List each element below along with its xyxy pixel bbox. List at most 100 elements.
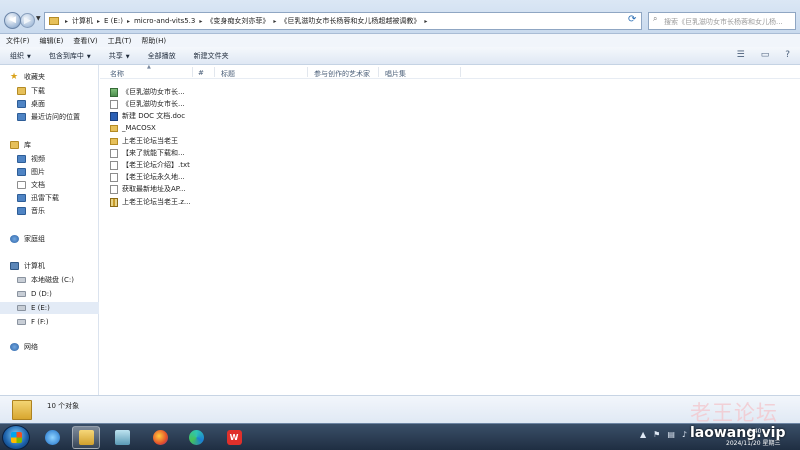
help-icon[interactable]: ? — [785, 50, 790, 60]
change-view-icon[interactable]: ☰ — [737, 50, 745, 60]
column-divider[interactable] — [214, 67, 215, 77]
forward-button[interactable]: ▶ — [20, 13, 35, 28]
pictures-icon — [17, 168, 26, 176]
taskbar-explorer[interactable] — [72, 426, 100, 449]
nav-recent-places[interactable]: 最近访问的位置 — [0, 111, 99, 123]
menu-edit[interactable]: 编辑(E) — [40, 36, 64, 46]
back-button[interactable]: ◀ — [4, 12, 21, 29]
volume-icon[interactable]: ♪ — [682, 430, 687, 439]
file-row[interactable]: 《巨乳滋叻女市长... — [110, 86, 192, 98]
media-center-icon — [114, 430, 130, 445]
taskbar-edge[interactable] — [182, 426, 210, 449]
start-button[interactable] — [2, 425, 30, 450]
nav-libraries[interactable]: 库 — [0, 139, 99, 151]
taskbar: W ▲ ⚑ ▤ ♪ 8:40 2024/11/20 星期三 — [0, 423, 800, 450]
xunlei-download-icon — [17, 194, 26, 202]
chevron-down-icon: ▼ — [86, 53, 91, 60]
nav-favorites[interactable]: ★ 收藏夹 — [0, 71, 99, 83]
nav-desktop[interactable]: 桌面 — [0, 98, 99, 110]
breadcrumb-folder-2[interactable]: 《巨乳滋叻女市长杨蓉和女儿杨超越被调教》 — [280, 16, 420, 26]
chevron-right-icon[interactable]: ▸ — [273, 18, 276, 25]
file-row[interactable]: 【老王论坛永久地... — [110, 171, 192, 183]
recent-pages-dropdown-icon[interactable]: ▼ — [36, 15, 41, 22]
column-divider[interactable] — [307, 67, 308, 77]
column-name[interactable]: 名称 — [110, 69, 124, 79]
folder-row[interactable]: _MACOSX — [110, 122, 192, 134]
file-row[interactable]: 【老王论坛介绍】.txt — [110, 159, 192, 171]
share-button[interactable]: 共享 ▼ — [109, 51, 130, 61]
breadcrumb-folder-1[interactable]: 《变身痴女刘亦菲》 — [206, 16, 269, 26]
column-number[interactable]: # — [198, 69, 204, 77]
folder-icon — [49, 17, 59, 25]
nav-music[interactable]: 音乐 — [0, 205, 99, 217]
menu-tools[interactable]: 工具(T) — [108, 36, 132, 46]
view-controls: ☰ ▭ ? — [737, 50, 790, 60]
chevron-right-icon[interactable]: ▸ — [97, 18, 100, 25]
column-album[interactable]: 唱片集 — [385, 69, 406, 79]
file-row[interactable]: 《巨乳滋叻女市长... — [110, 98, 192, 110]
breadcrumb-micro-and-vits[interactable]: micro-and-vits5.3 — [134, 17, 195, 25]
flag-icon[interactable]: ⚑ — [653, 430, 660, 439]
taskbar-wps[interactable]: W — [220, 426, 248, 449]
hard-drive-icon — [17, 277, 26, 283]
menu-view[interactable]: 查看(V) — [73, 36, 97, 46]
organize-button[interactable]: 组织 ▼ — [10, 51, 31, 61]
hard-drive-icon — [17, 291, 26, 297]
refresh-icon[interactable]: ⟳ — [628, 14, 636, 25]
file-row[interactable]: 新建 DOC 文档.doc — [110, 110, 192, 122]
nav-network[interactable]: 网络 — [0, 341, 99, 353]
nav-drive-d[interactable]: D (D:) — [0, 288, 99, 300]
column-artists[interactable]: 参与创作的艺术家 — [314, 69, 370, 79]
nav-videos[interactable]: 视频 — [0, 153, 99, 165]
menu-help[interactable]: 帮助(H) — [141, 36, 166, 46]
internet-explorer-icon — [44, 430, 60, 445]
document-file-icon — [110, 184, 118, 194]
chevron-right-icon[interactable]: ▸ — [424, 18, 427, 25]
chevron-right-icon[interactable]: ▸ — [65, 18, 68, 25]
taskbar-firefox[interactable] — [146, 426, 174, 449]
folder-icon — [110, 137, 118, 145]
zip-file-icon — [110, 197, 118, 207]
hard-drive-icon — [17, 319, 26, 325]
column-divider[interactable] — [192, 67, 193, 77]
chevron-right-icon[interactable]: ▸ — [127, 18, 130, 25]
taskbar-ie[interactable] — [38, 426, 66, 449]
search-input[interactable]: 搜索《巨乳滋叻女市长杨蓉和女儿杨... — [648, 12, 796, 30]
nav-homegroup[interactable]: 家庭组 — [0, 233, 99, 245]
wps-icon: W — [226, 430, 242, 445]
nav-computer[interactable]: 计算机 — [0, 260, 99, 272]
play-all-button[interactable]: 全部播放 — [148, 51, 176, 61]
column-divider[interactable] — [378, 67, 379, 77]
breadcrumb[interactable]: ▸ 计算机 ▸ E (E:) ▸ micro-and-vits5.3 ▸ 《变身… — [44, 12, 642, 30]
folder-icon — [110, 124, 118, 132]
nav-xunlei-downloads[interactable]: 迅雷下载 — [0, 192, 99, 204]
nav-pictures[interactable]: 图片 — [0, 166, 99, 178]
new-folder-button[interactable]: 新建文件夹 — [194, 51, 229, 61]
column-title[interactable]: 标题 — [221, 69, 235, 79]
nav-drive-f[interactable]: F (F:) — [0, 316, 99, 328]
file-explorer-icon — [78, 430, 94, 445]
file-row[interactable]: 【来了就能下载和... — [110, 147, 192, 159]
include-in-library-button[interactable]: 包含到库中 ▼ — [49, 51, 91, 61]
menu-file[interactable]: 文件(F) — [6, 36, 30, 46]
preview-pane-icon[interactable]: ▭ — [761, 50, 770, 60]
nav-documents[interactable]: 文档 — [0, 179, 99, 191]
breadcrumb-drive-e[interactable]: E (E:) — [104, 17, 123, 25]
file-list: ▲ 名称 # 标题 参与创作的艺术家 唱片集 《巨乳滋叻女市长... 《巨乳滋叻… — [100, 64, 800, 395]
file-row[interactable]: 获取最新地址及AP... — [110, 183, 192, 195]
nav-downloads[interactable]: 下载 — [0, 85, 99, 97]
windows-logo-icon — [11, 432, 22, 443]
chevron-right-icon[interactable]: ▸ — [199, 18, 202, 25]
taskbar-app-3[interactable] — [108, 426, 136, 449]
homegroup-icon — [10, 235, 19, 243]
breadcrumb-computer[interactable]: 计算机 — [72, 16, 93, 26]
folder-icon — [12, 400, 32, 420]
nav-drive-e[interactable]: E (E:) — [0, 302, 99, 314]
network-icon[interactable]: ▤ — [667, 430, 675, 439]
column-divider[interactable] — [460, 67, 461, 77]
folder-row[interactable]: 上老王论坛当老王 — [110, 135, 192, 147]
column-header: ▲ 名称 # 标题 参与创作的艺术家 唱片集 — [100, 64, 800, 79]
show-hidden-icons-icon[interactable]: ▲ — [640, 430, 646, 439]
file-row[interactable]: 上老王论坛当老王.z... — [110, 196, 192, 208]
nav-drive-c[interactable]: 本地磁盘 (C:) — [0, 274, 99, 286]
